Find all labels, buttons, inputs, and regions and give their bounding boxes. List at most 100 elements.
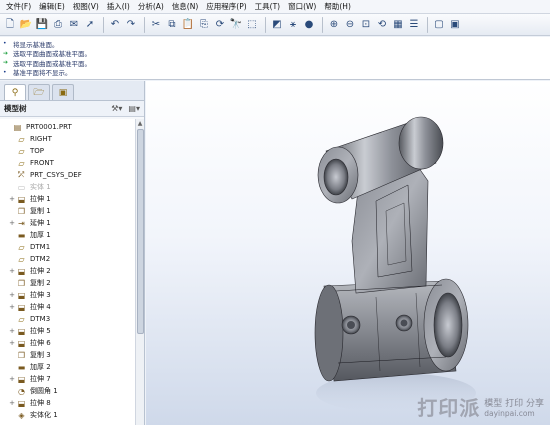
window-icon[interactable]: ▢ xyxy=(432,18,446,32)
expand-icon[interactable]: + xyxy=(8,291,16,299)
tree-item-label: DTM3 xyxy=(30,315,51,323)
model-tree: ▤ PRT0001.PRT ▱ RIGHT ▱ TOP ▱ FRONT ⤱ PRT_CSYS_DE… xyxy=(0,119,135,425)
tree-item-label: 拉伸 4 xyxy=(30,303,51,311)
expand-icon[interactable]: + xyxy=(8,327,16,335)
datum-plane-icon: ▱ xyxy=(18,134,25,144)
layers-icon[interactable]: ☰ xyxy=(407,18,421,32)
copy-icon[interactable]: ⧉ xyxy=(165,18,179,32)
tree-item[interactable]: ▬ 加厚 2 xyxy=(0,361,135,373)
menu-item[interactable]: 窗口(W) xyxy=(284,0,320,14)
tree-item[interactable]: + ⬓ 拉伸 8 xyxy=(0,397,135,409)
tree-item[interactable]: + ⬓ 拉伸 3 xyxy=(0,289,135,301)
favorites-tab[interactable]: ▣ xyxy=(52,84,74,100)
zoom-out-icon[interactable]: ⊖ xyxy=(343,18,357,32)
expand-icon[interactable]: + xyxy=(8,195,16,203)
paste-icon[interactable]: 📋 xyxy=(181,18,195,32)
regenerate-icon[interactable]: ⟳ xyxy=(213,18,227,32)
solid-icon: ▭ xyxy=(17,182,26,192)
reorient-icon[interactable]: ⟲ xyxy=(375,18,389,32)
saved-views-icon[interactable]: ▦ xyxy=(391,18,405,32)
expand-icon[interactable]: + xyxy=(8,399,16,407)
tree-item[interactable]: + ⬓ 拉伸 7 xyxy=(0,373,135,385)
tree-item[interactable]: ▱ TOP xyxy=(0,145,135,157)
zoom-in-icon[interactable]: ⊕ xyxy=(327,18,341,32)
tree-item[interactable]: + ⬓ 拉伸 4 xyxy=(0,301,135,313)
tree-item[interactable]: + ⬓ 拉伸 2 xyxy=(0,265,135,277)
tree-item[interactable]: ▱ DTM1 xyxy=(0,241,135,253)
paste-special-icon[interactable]: ⎘ xyxy=(197,18,211,32)
scroll-thumb[interactable] xyxy=(137,129,144,334)
select-box-icon[interactable]: ⬚ xyxy=(245,18,259,32)
menu-item[interactable]: 编辑(E) xyxy=(35,0,69,14)
tree-settings-icon[interactable]: ⚒▾ xyxy=(111,104,122,113)
menu-item[interactable]: 帮助(H) xyxy=(320,0,355,14)
tree-item[interactable]: + ⬓ 拉伸 6 xyxy=(0,337,135,349)
navigator-tabs: ⚲ 🗁 ▣ xyxy=(0,81,144,101)
tree-item[interactable]: ▱ DTM3 xyxy=(0,313,135,325)
arrow-prompt-icon: ➔ xyxy=(3,59,9,67)
new-file-icon[interactable]: 🗋 xyxy=(3,18,17,32)
thicken-icon: ▬ xyxy=(17,230,26,240)
email-icon[interactable]: ✉ xyxy=(67,18,81,32)
refit-icon[interactable]: ⊡ xyxy=(359,18,373,32)
expand-icon[interactable]: + xyxy=(8,303,16,311)
datum-plane-icon: ▱ xyxy=(18,146,25,156)
datum-plane-icon: ▱ xyxy=(18,242,25,252)
appearance-icon[interactable]: ● xyxy=(302,18,316,32)
menu-item[interactable]: 应用程序(P) xyxy=(202,0,250,14)
graphics-window[interactable]: 打印派 模型 打印 分享 dayinpai.com xyxy=(146,81,550,425)
tree-item[interactable]: + ⬓ 拉伸 1 xyxy=(0,193,135,205)
expand-icon[interactable]: + xyxy=(8,267,16,275)
navigator-panel: ⚲ 🗁 ▣ 模型树 ⚒▾ ▤▾ ▤ PRT0001.PRT ▱ RIGHT ▱ TOP ▱ F… xyxy=(0,81,145,425)
expand-icon[interactable]: + xyxy=(8,219,16,227)
datum-display-icon[interactable]: ⚹ xyxy=(286,18,300,32)
menu-item[interactable]: 工具(T) xyxy=(251,0,284,14)
send-icon[interactable]: ➚ xyxy=(83,18,97,32)
tree-item[interactable]: ▬ 加厚 1 xyxy=(0,229,135,241)
print-icon[interactable]: ⎙ xyxy=(51,18,65,32)
tree-item[interactable]: ⤱ PRT_CSYS_DEF xyxy=(0,169,135,181)
save-icon[interactable]: 💾 xyxy=(35,18,49,32)
menu-item[interactable]: 分析(A) xyxy=(134,0,168,14)
scroll-up-icon[interactable]: ▲ xyxy=(136,119,144,128)
tree-item-label: PRT_CSYS_DEF xyxy=(30,171,82,179)
message-line: • 基准平面将不显示。 xyxy=(3,68,547,78)
redo-icon[interactable]: ↷ xyxy=(124,18,138,32)
tree-item[interactable]: + ⇥ 延伸 1 xyxy=(0,217,135,229)
tree-item[interactable]: ▭ 实体 1 xyxy=(0,181,135,193)
tree-item[interactable]: ◔ 倒圆角 1 xyxy=(0,385,135,397)
tree-show-icon[interactable]: ▤▾ xyxy=(128,104,140,113)
undo-icon[interactable]: ↶ xyxy=(108,18,122,32)
tree-scrollbar[interactable]: ▲ xyxy=(135,119,144,425)
tree-item[interactable]: + ⬓ 拉伸 5 xyxy=(0,325,135,337)
display-style-icon[interactable]: ◩ xyxy=(270,18,284,32)
find-icon[interactable]: 🔭 xyxy=(229,18,243,32)
message-text: 基准平面将不显示。 xyxy=(13,69,72,78)
datum-plane-icon: ▱ xyxy=(18,314,25,324)
menu-item[interactable]: 信息(N) xyxy=(168,0,202,14)
tree-item-label: DTM2 xyxy=(30,255,51,263)
tree-item[interactable]: ▱ DTM2 xyxy=(0,253,135,265)
menu-item[interactable]: 视图(V) xyxy=(69,0,103,14)
close-window-icon[interactable]: ▣ xyxy=(448,18,462,32)
menu-item[interactable]: 插入(I) xyxy=(103,0,134,14)
model-tree-tab[interactable]: ⚲ xyxy=(4,84,26,100)
tree-item[interactable]: ◈ 实体化 1 xyxy=(0,409,135,421)
tree-item[interactable]: ❐ 复制 1 xyxy=(0,205,135,217)
tree-item[interactable]: ❐ 复制 3 xyxy=(0,349,135,361)
expand-icon[interactable]: + xyxy=(8,339,16,347)
tree-item[interactable]: ❐ 复制 2 xyxy=(0,277,135,289)
tree-item[interactable]: ▱ RIGHT xyxy=(0,133,135,145)
open-file-icon[interactable]: 📂 xyxy=(19,18,33,32)
cut-icon[interactable]: ✂ xyxy=(149,18,163,32)
menu-item[interactable]: 文件(F) xyxy=(2,0,35,14)
expand-icon[interactable]: + xyxy=(8,375,16,383)
tree-item[interactable]: ▤ PRT0001.PRT xyxy=(0,121,135,133)
tree-item[interactable]: ▱ FRONT xyxy=(0,157,135,169)
tree-item-label: 实体 1 xyxy=(30,183,51,191)
folder-browser-tab[interactable]: 🗁 xyxy=(28,84,50,100)
